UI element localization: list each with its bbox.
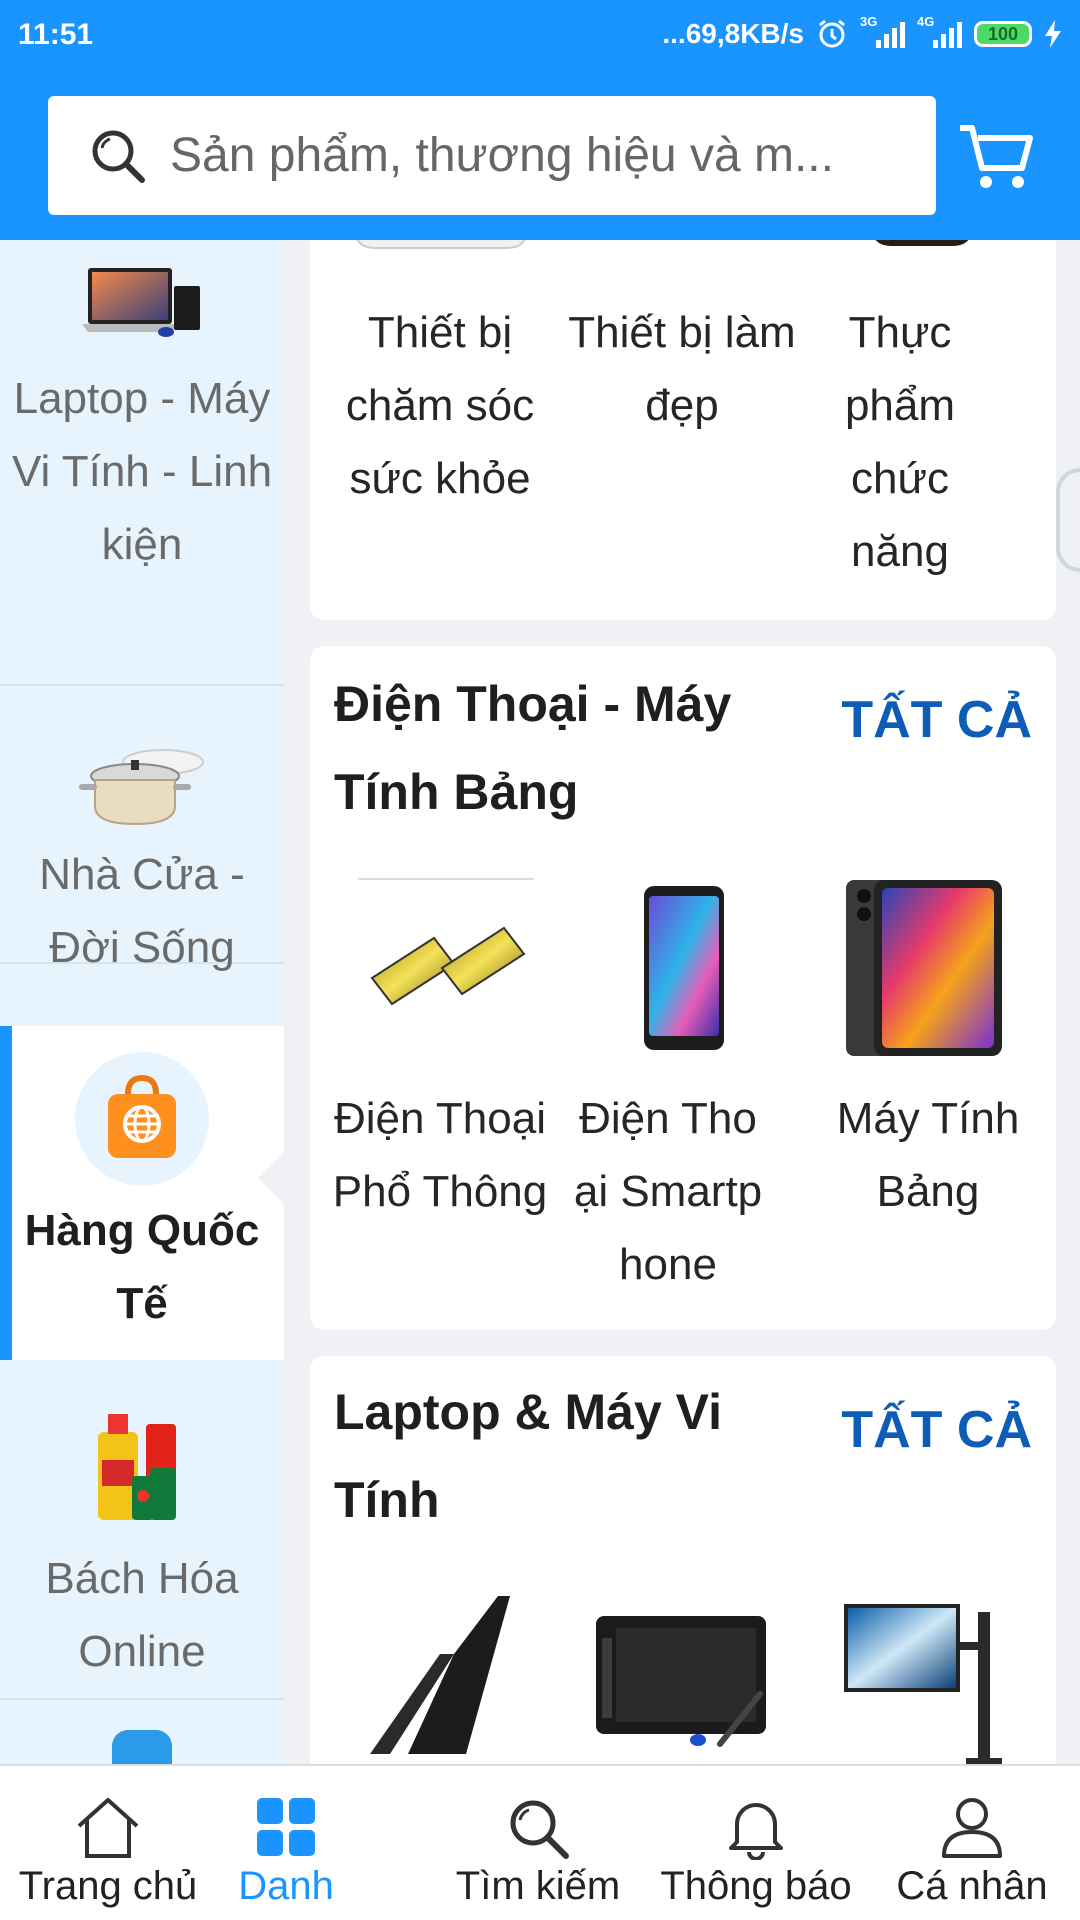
status-bar: 11:51 ...69,8KB/s 3G 4G 100 [0,0,1080,76]
section-title: Điện Thoại - Máy Tính Bảng [334,676,732,820]
subcategory-label: Điện Thoại Phổ Thông [332,1094,548,1216]
monitor-arm-image [844,1604,1002,1768]
category-grid-icon [257,1798,315,1856]
bottom-navigation: Trang chủ Danh Tìm kiếm Thông báo Cá nhâ… [0,1764,1080,1920]
bell-icon [729,1803,783,1860]
active-indicator [0,1026,12,1360]
view-all-link[interactable]: TẤT CẢ [841,1400,1032,1460]
sidebar-item-label: Laptop - Máy Vi Tính - Linh kiện [11,374,273,569]
sidebar-item-international[interactable]: Hàng Quốc Tế [0,1026,284,1360]
tab-label: Thông báo [660,1864,852,1908]
sidebar-item-label: Bách Hóa Online [45,1554,239,1676]
subcategory-item[interactable]: Thiết bị chăm sóc sức khỏe [318,296,562,515]
divider [358,878,534,880]
search-input[interactable]: Sản phẩm, thương hiệu và m... [170,128,900,183]
sidebar-item-label: Nhà Cửa - Đời Sống [39,850,245,972]
search-icon [92,130,145,183]
subcategory-label: Thực phẩm chức năng [844,308,956,576]
subcategory-item[interactable]: Thực phẩm chức năng [810,296,990,588]
search-bar[interactable]: Sản phẩm, thương hiệu và m... [48,96,936,215]
category-card-laptops: Laptop & Máy Vi Tính TẤT CẢ [310,1356,1056,1796]
global-shopping-bag-icon [75,1052,209,1186]
category-sidebar[interactable]: Laptop - Máy Vi Tính - Linh kiện Nhà Cửa… [0,240,284,1766]
subcategory-item[interactable]: Điện Thoại Phổ Thông [318,1082,562,1228]
tab-label: Trang chủ [18,1864,198,1908]
subcategory-label: Thiết bị làm đẹp [568,308,796,430]
user-icon [942,1798,1002,1858]
signal-3g-icon: 3G [860,14,905,48]
category-card-phones: Điện Thoại - Máy Tính Bảng TẤT CẢ Điện T… [310,646,1056,1330]
cookware-image [79,749,204,826]
status-time: 11:51 [18,18,94,51]
tab-profile[interactable]: Cá nhân [864,1766,1080,1920]
grocery-image [98,1414,176,1520]
subcategory-item[interactable]: Thiết bị làm đẹp [560,296,804,442]
subcategory-label: Điện Thoại Smartphone [573,1094,763,1289]
network-speed: ...69,8KB/s [662,18,804,49]
tab-home[interactable]: Trang chủ [0,1766,216,1920]
tablet-image [846,880,1002,1056]
subcategory-item[interactable]: Điện Thoại Smartphone [570,1082,766,1301]
battery-icon: 100 [974,21,1032,47]
sidebar-item-grocery[interactable]: Bách Hóa Online [0,1362,284,1700]
tab-notifications[interactable]: Thông báo [648,1766,864,1920]
smartphone-image [644,886,724,1050]
sidebar-item-next[interactable] [0,1704,284,1766]
subcategory-card-health: Thiết bị chăm sóc sức khỏe Thiết bị làm … [310,214,1056,620]
section-title: Laptop & Máy Vi Tính [334,1384,723,1528]
scroll-handle[interactable] [1056,468,1080,572]
tab-label: Tìm kiếm [455,1864,621,1908]
partial-category-image [112,1730,172,1766]
status-icons: ...69,8KB/s 3G 4G 100 [662,14,1062,50]
graphics-tablet-image [596,1616,766,1747]
subcategory-label: Máy Tính Bảng [836,1094,1020,1216]
cart-icon[interactable] [956,118,1036,198]
sidebar-item-home-living[interactable]: Nhà Cửa - Đời Sống [0,688,284,972]
laptop-image [82,268,200,337]
sidebar-item-label: Hàng Quốc Tế [24,1206,260,1328]
active-notch [258,1150,284,1206]
sidebar-item-laptop[interactable]: Laptop - Máy Vi Tính - Linh kiện [0,240,284,686]
tab-label: Danh [238,1864,334,1908]
tab-label: Cá nhân [896,1864,1048,1908]
search-icon [510,1800,569,1859]
alarm-icon [819,19,845,48]
charging-icon [1045,20,1061,48]
feature-phone-image [370,926,526,1006]
laptop-stand-image [370,1596,510,1754]
tab-categories[interactable]: Danh [216,1766,356,1920]
home-icon [77,1798,139,1858]
subcategory-item[interactable]: Máy Tính Bảng [806,1082,1050,1228]
subcategory-label: Thiết bị chăm sóc sức khỏe [345,308,535,503]
view-all-link[interactable]: TẤT CẢ [841,690,1032,750]
tab-search[interactable]: Tìm kiếm [430,1766,646,1920]
app-header: 11:51 ...69,8KB/s 3G 4G 100 Sản phẩm, th… [0,0,1080,240]
signal-4g-icon: 4G [917,14,962,48]
